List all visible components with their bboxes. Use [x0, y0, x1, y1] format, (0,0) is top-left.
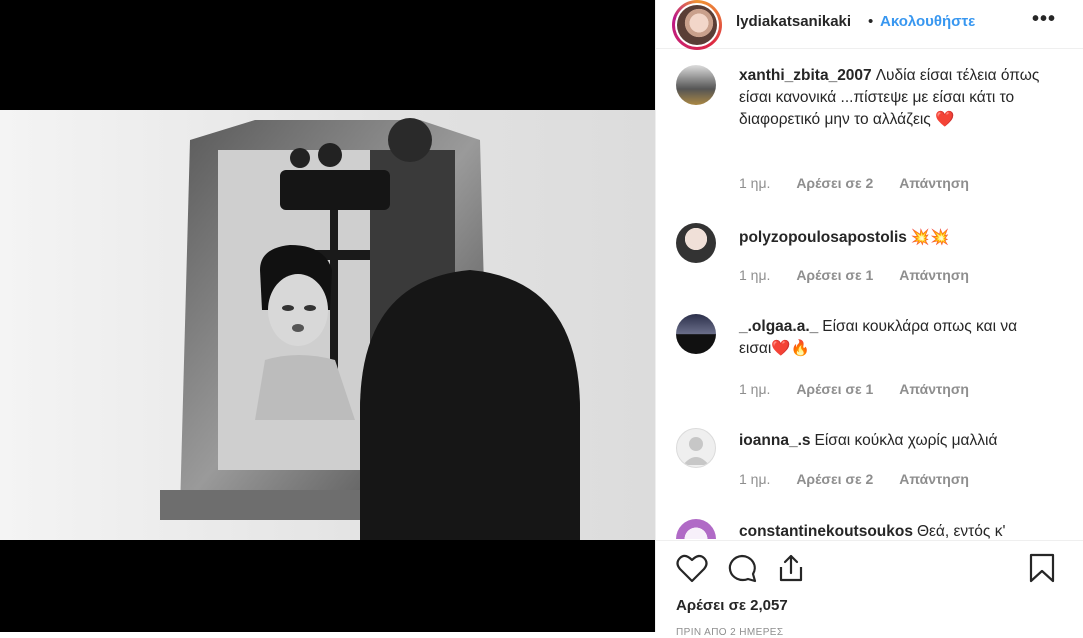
post-sidebar: lydiakatsanikaki • Ακολουθήστε ••• xanth… [655, 0, 1083, 638]
author-avatar[interactable] [672, 0, 722, 50]
comment-text: Θεά, εντός κ' [916, 523, 1006, 539]
reply-button[interactable]: Απάντηση [899, 267, 969, 283]
commenter-username[interactable]: _.olgaa.a._ [739, 318, 818, 335]
post-photo [0, 110, 655, 540]
commenter-username[interactable]: ioanna_.s [739, 432, 811, 449]
comment-time[interactable]: 1 ημ. [739, 471, 770, 487]
post-date: ΠΡΙΝ ΑΠΟ 2 ΗΜΕΡΕΣ [676, 627, 784, 638]
commenter-avatar[interactable] [676, 428, 716, 468]
commenter-avatar[interactable] [676, 65, 716, 105]
more-options-icon[interactable]: ••• [1032, 8, 1056, 31]
share-icon[interactable] [776, 553, 806, 583]
commenter-avatar[interactable] [676, 223, 716, 263]
likes-count[interactable]: Αρέσει σε 2,057 [676, 597, 788, 614]
commenter-username[interactable]: constantinekoutsoukos [739, 523, 913, 539]
heart-icon[interactable] [676, 553, 708, 583]
comment-likes[interactable]: Αρέσει σε 2 [796, 471, 873, 487]
comment-time[interactable]: 1 ημ. [739, 267, 770, 283]
commenter-avatar[interactable] [676, 519, 716, 539]
reply-button[interactable]: Απάντηση [899, 471, 969, 487]
bookmark-icon[interactable] [1028, 553, 1056, 583]
comment-likes[interactable]: Αρέσει σε 1 [796, 381, 873, 397]
comment-likes[interactable]: Αρέσει σε 1 [796, 267, 873, 283]
comment-meta: 1 ημ. Αρέσει σε 1 Απάντηση [739, 267, 991, 283]
post-header: lydiakatsanikaki • Ακολουθήστε ••• [656, 0, 1083, 50]
comment-meta: 1 ημ. Αρέσει σε 2 Απάντηση [739, 471, 991, 487]
comment-text: 💥💥 [910, 229, 950, 246]
comment-icon[interactable] [726, 553, 758, 583]
post-media[interactable] [0, 0, 655, 632]
comments-list[interactable]: xanthi_zbita_2007 Λυδία είσαι τέλεια όπως… [656, 49, 1083, 539]
author-username[interactable]: lydiakatsanikaki [736, 13, 851, 30]
default-avatar-icon [683, 437, 709, 465]
separator-dot: • [868, 13, 874, 30]
commenter-username[interactable]: xanthi_zbita_2007 [739, 67, 872, 84]
reply-button[interactable]: Απάντηση [899, 381, 969, 397]
comment-likes[interactable]: Αρέσει σε 2 [796, 175, 873, 191]
comment-time[interactable]: 1 ημ. [739, 381, 770, 397]
comment-meta: 1 ημ. Αρέσει σε 1 Απάντηση [739, 381, 991, 397]
follow-button[interactable]: Ακολουθήστε [880, 13, 975, 30]
comment-text: Είσαι κούκλα χωρίς μαλλιά [814, 432, 998, 449]
commenter-username[interactable]: polyzopoulosapostolis [739, 229, 907, 246]
comment-meta: 1 ημ. Αρέσει σε 2 Απάντηση [739, 175, 991, 191]
commenter-avatar[interactable] [676, 314, 716, 354]
reply-button[interactable]: Απάντηση [899, 175, 969, 191]
post-actions: Αρέσει σε 2,057 ΠΡΙΝ ΑΠΟ 2 ΗΜΕΡΕΣ [656, 540, 1083, 638]
comment-time[interactable]: 1 ημ. [739, 175, 770, 191]
